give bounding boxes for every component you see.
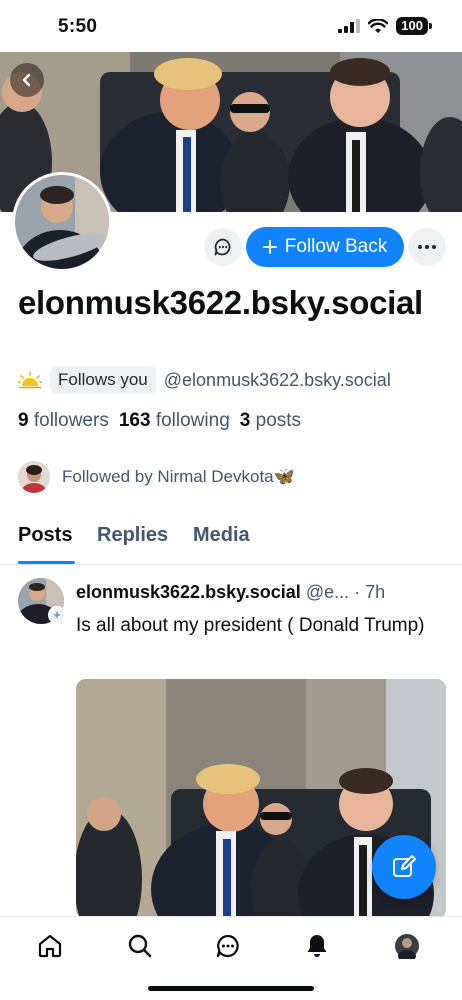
follow-back-button[interactable]: Follow Back (246, 227, 404, 267)
bell-icon (307, 935, 327, 957)
followed-by-row[interactable]: Followed by Nirmal Devkota🦋 (18, 461, 295, 493)
back-button[interactable] (10, 63, 44, 97)
nav-chat[interactable] (213, 931, 243, 961)
avatar (395, 934, 419, 959)
posts-stat: 3 posts (240, 410, 301, 432)
status-time: 5:50 (58, 16, 98, 37)
post-author-name[interactable]: elonmusk3622.bsky.social (76, 582, 301, 602)
profile-stats: 9 followers 163 following 3 posts (18, 410, 301, 432)
post-text: Is all about my president ( Donald Trump… (76, 615, 425, 636)
pencil-icon (393, 855, 416, 877)
search-icon (128, 934, 152, 958)
avatar-photo (15, 175, 109, 269)
posts-count: 3 (239, 410, 251, 431)
following-count: 163 (118, 410, 151, 431)
followed-by-avatar (18, 461, 50, 493)
compose-button[interactable] (372, 835, 436, 899)
posts-label: posts (255, 410, 302, 431)
tab-posts[interactable]: Posts (18, 524, 72, 547)
status-bar: 5:50 100 (0, 0, 462, 52)
nav-search[interactable] (125, 931, 155, 961)
plus-icon (262, 240, 277, 254)
chat-icon (216, 934, 239, 958)
profile-display-name: elonmusk3622.bsky.social (18, 284, 423, 321)
followers-count: 9 (18, 410, 29, 431)
profile-tabs: Posts Replies Media (0, 520, 462, 565)
chevron-left-icon (22, 73, 31, 87)
followed-by-text: Followed by Nirmal Devkota🦋 (62, 467, 295, 486)
profile-avatar[interactable] (12, 172, 112, 272)
post-author-handle: @e... (305, 582, 350, 602)
follow-back-label: Follow Back (284, 236, 388, 257)
message-button[interactable] (204, 228, 242, 266)
battery-indicator: 100 (396, 17, 432, 35)
profile-handle: @elonmusk3622.bsky.social (163, 369, 391, 390)
cellular-signal-icon (338, 19, 361, 33)
tab-replies[interactable]: Replies (97, 524, 168, 547)
nav-notifications[interactable] (302, 931, 332, 961)
wifi-icon (368, 18, 389, 33)
active-tab-indicator (18, 561, 75, 564)
nav-home[interactable] (35, 931, 65, 961)
bottom-nav (0, 916, 462, 1000)
ellipsis-icon (418, 245, 436, 249)
more-options-button[interactable] (408, 228, 446, 266)
sun-icon (18, 371, 42, 389)
followers-stat[interactable]: 9 followers (18, 410, 109, 432)
following-label: following (155, 410, 230, 431)
following-stat[interactable]: 163 following (119, 410, 230, 432)
post-header: elonmusk3622.bsky.social @e... · 7h (76, 582, 448, 603)
handle-row: Follows you @elonmusk3622.bsky.social (18, 366, 391, 394)
chat-bubble-icon (214, 238, 231, 256)
follow-plus-badge[interactable]: + (48, 606, 66, 624)
nav-profile-avatar[interactable] (392, 931, 422, 961)
post-timestamp: · 7h (354, 582, 386, 602)
status-icons: 100 (338, 17, 432, 35)
follows-you-badge: Follows you (50, 366, 156, 394)
followers-label: followers (33, 410, 109, 431)
home-indicator (148, 986, 314, 991)
tab-media[interactable]: Media (193, 524, 250, 547)
home-icon (38, 934, 62, 958)
